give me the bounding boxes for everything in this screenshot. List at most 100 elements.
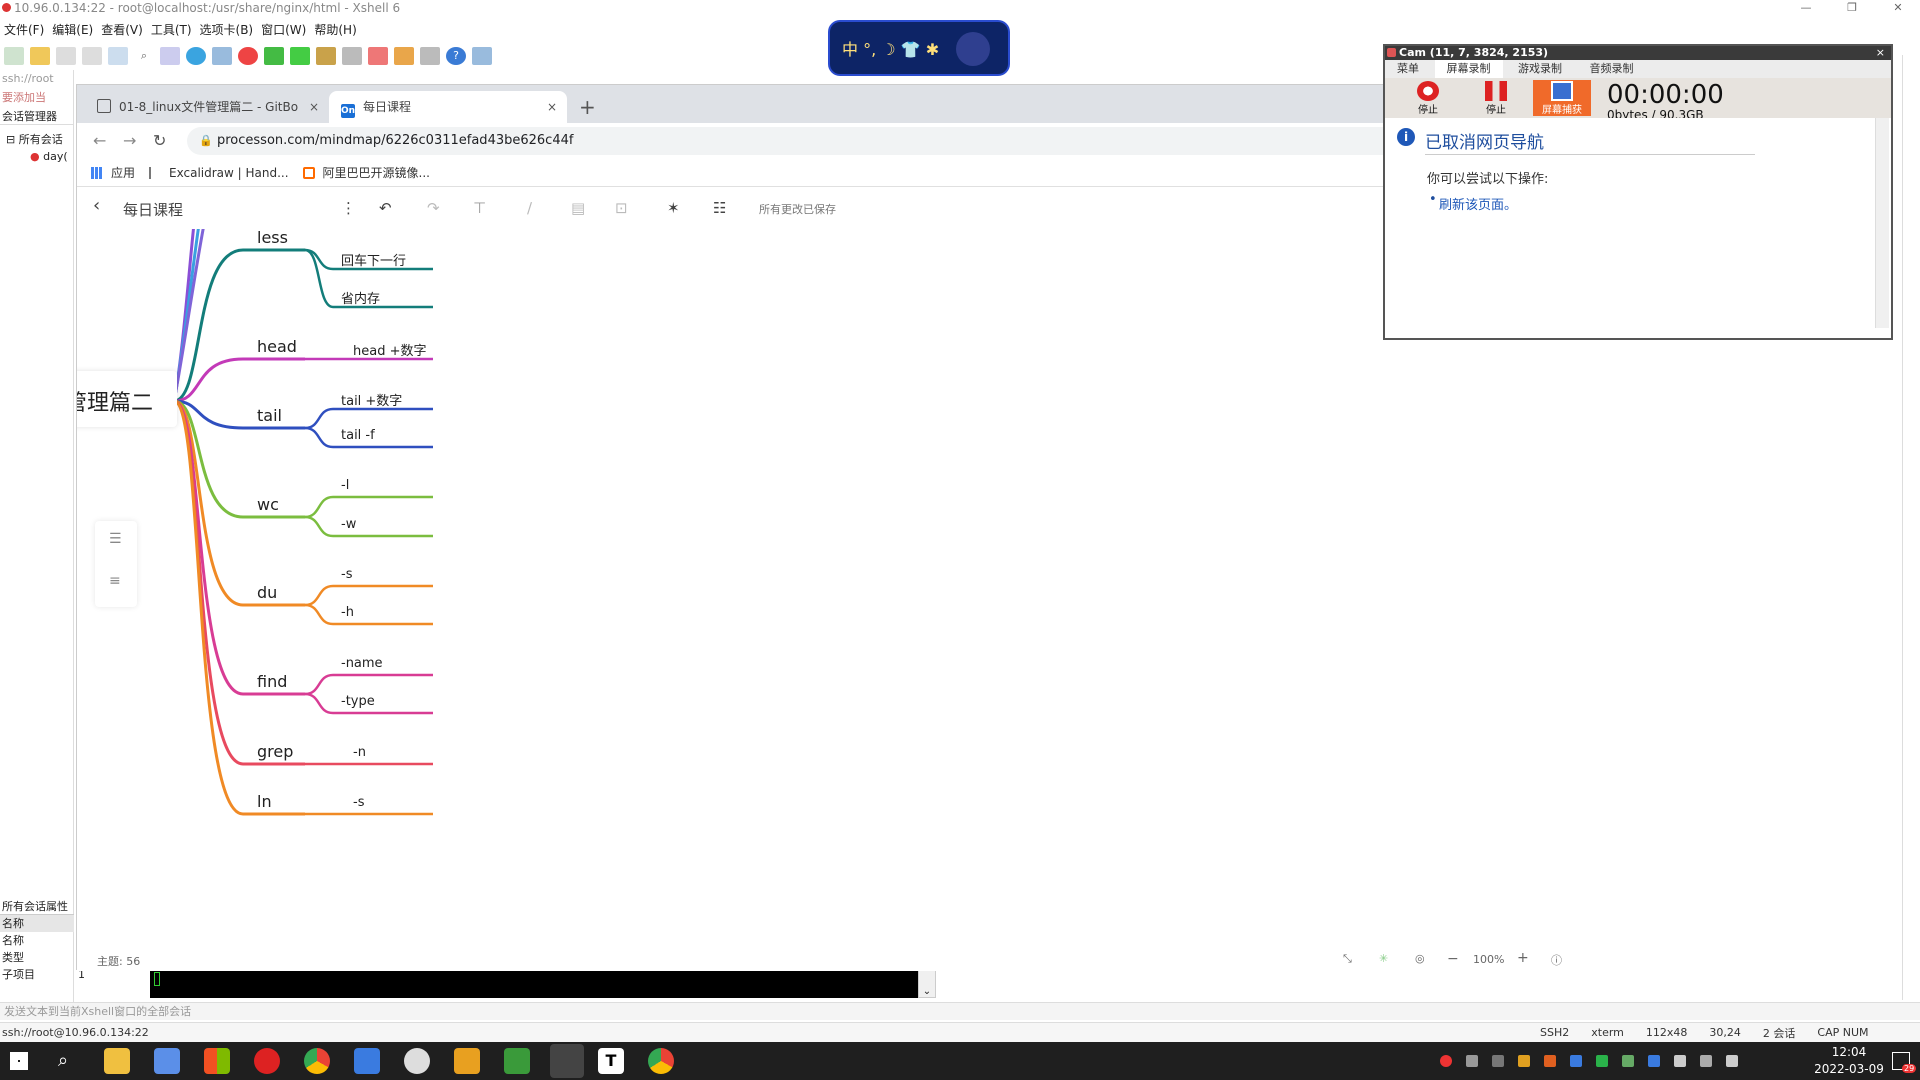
menu-tools[interactable]: 工具(T) bbox=[147, 20, 196, 40]
copy-icon[interactable] bbox=[82, 47, 102, 65]
subtopic[interactable]: tail +数字 bbox=[341, 390, 402, 409]
cam-tab-game[interactable]: 游戏录制 bbox=[1506, 60, 1574, 78]
tray-icon[interactable] bbox=[1492, 1055, 1504, 1067]
subtopic[interactable]: -s bbox=[341, 567, 352, 582]
script-icon[interactable] bbox=[368, 47, 388, 65]
locate-icon[interactable]: ◎ bbox=[1415, 952, 1425, 965]
menu-help[interactable]: 帮助(H) bbox=[310, 20, 360, 40]
compose-bar[interactable]: 发送文本到当前Xshell窗口的全部会话 bbox=[0, 1002, 1920, 1020]
subtopic[interactable]: head +数字 bbox=[353, 340, 426, 359]
cam-tab-menu[interactable]: 菜单 bbox=[1385, 60, 1431, 78]
ime-moon-widget[interactable]: 中 °, ☽ 👕 ✱ bbox=[828, 20, 1010, 76]
layout-icon[interactable] bbox=[420, 47, 440, 65]
help-icon[interactable]: ⓘ bbox=[1551, 952, 1562, 968]
brush-icon[interactable]: ∕ bbox=[527, 199, 532, 217]
pause-button[interactable]: 停止 bbox=[1471, 80, 1521, 116]
open-folder-icon[interactable] bbox=[30, 47, 50, 65]
file-explorer-icon[interactable] bbox=[104, 1048, 130, 1074]
bookmark-aliyun[interactable]: 阿里巴巴开源镜像... bbox=[302, 164, 430, 181]
subtopic[interactable]: 省内存 bbox=[341, 288, 380, 307]
battery-icon[interactable] bbox=[1674, 1055, 1686, 1067]
back-icon[interactable]: ← bbox=[93, 131, 106, 150]
subtopic[interactable]: -h bbox=[341, 605, 354, 620]
topic-du[interactable]: du bbox=[257, 583, 277, 602]
clock-date[interactable]: 2022-03-09 bbox=[1804, 1062, 1894, 1076]
topic-less[interactable]: less bbox=[257, 229, 288, 247]
topic-find[interactable]: find bbox=[257, 672, 287, 691]
topic-head[interactable]: head bbox=[257, 337, 297, 356]
mouse-mode-icon[interactable]: ✳ bbox=[1379, 952, 1388, 965]
cam-scrollbar[interactable] bbox=[1875, 118, 1889, 328]
zoom-out-icon[interactable]: − bbox=[1447, 951, 1459, 967]
subtopic[interactable]: -s bbox=[353, 795, 364, 810]
record-tray-icon[interactable] bbox=[1440, 1055, 1452, 1067]
subtopic[interactable]: -l bbox=[341, 478, 349, 493]
help-icon[interactable]: ? bbox=[446, 47, 466, 65]
add-session-link[interactable]: 要添加当 bbox=[0, 89, 73, 106]
chrome-icon[interactable] bbox=[304, 1048, 330, 1074]
cam-taskbar-icon[interactable] bbox=[550, 1044, 584, 1078]
fullscreen-icon[interactable] bbox=[290, 47, 310, 65]
fit-screen-icon[interactable]: ⤡ bbox=[1343, 952, 1352, 966]
cam-close-icon[interactable]: × bbox=[1876, 46, 1885, 60]
ai-magic-icon[interactable]: ✶ bbox=[667, 199, 680, 217]
tab-close-icon[interactable]: × bbox=[309, 91, 319, 123]
subtopic[interactable]: tail -f bbox=[341, 428, 375, 443]
tray-icon[interactable] bbox=[1570, 1055, 1582, 1067]
new-tab-button[interactable]: + bbox=[579, 91, 596, 123]
root-topic[interactable]: 管理篇二 bbox=[77, 371, 177, 427]
format-painter-icon[interactable]: ⊤ bbox=[473, 199, 486, 217]
subtopic[interactable]: 回车下一行 bbox=[341, 250, 406, 269]
font-icon[interactable] bbox=[212, 47, 232, 65]
refresh-link[interactable]: 刷新该页面。 bbox=[1439, 194, 1517, 213]
link-icon[interactable] bbox=[56, 47, 76, 65]
tab-gitbook[interactable]: 01-8_linux文件管理篇二 - GitBo × bbox=[85, 91, 329, 123]
tray-icon[interactable] bbox=[1518, 1055, 1530, 1067]
cam-tab-screen[interactable]: 屏幕录制 bbox=[1434, 60, 1503, 78]
tray-icon[interactable] bbox=[1622, 1055, 1634, 1067]
search-icon[interactable]: ⌕ bbox=[134, 47, 154, 65]
screen-capture-button[interactable]: 屏幕捕获 bbox=[1533, 80, 1591, 116]
close-icon[interactable]: ✕ bbox=[1878, 0, 1918, 16]
tree-child[interactable]: ● day( bbox=[0, 148, 73, 165]
outline-icon[interactable]: ☰ bbox=[109, 531, 122, 547]
bookmark-excalidraw[interactable]: Excalidraw | Hand... bbox=[149, 166, 289, 180]
search-icon[interactable]: ⌕ bbox=[58, 1050, 68, 1071]
topic-tail[interactable]: tail bbox=[257, 406, 282, 425]
network-icon[interactable] bbox=[1700, 1055, 1712, 1067]
tab-daily-course[interactable]: On 每日课程 × bbox=[329, 91, 567, 123]
transfer-icon[interactable] bbox=[264, 47, 284, 65]
more-vert-icon[interactable]: ⋮ bbox=[341, 199, 356, 217]
tray-icon[interactable] bbox=[1544, 1055, 1556, 1067]
chrome-icon-2[interactable] bbox=[648, 1048, 674, 1074]
typora-icon[interactable]: T bbox=[598, 1048, 624, 1074]
tab-close-icon[interactable]: × bbox=[547, 91, 557, 123]
undo-icon[interactable]: ↶ bbox=[379, 199, 392, 217]
volume-icon[interactable] bbox=[1726, 1055, 1738, 1067]
stop-button[interactable]: 停止 bbox=[1403, 80, 1453, 116]
topic-wc[interactable]: wc bbox=[257, 495, 279, 514]
terminal-scrollbar[interactable] bbox=[1902, 55, 1920, 1000]
tray-icon[interactable] bbox=[1466, 1055, 1478, 1067]
excel-icon[interactable] bbox=[504, 1048, 530, 1074]
forward-icon[interactable]: → bbox=[123, 131, 136, 150]
clock-time[interactable]: 12:04 bbox=[1814, 1045, 1884, 1059]
layout-settings-icon[interactable]: ☷ bbox=[713, 199, 726, 217]
start-icon[interactable] bbox=[10, 1052, 28, 1070]
bluetooth-icon[interactable] bbox=[1648, 1055, 1660, 1067]
scroll-down-icon[interactable]: ⌄ bbox=[918, 968, 936, 998]
baidu-netdisk-icon[interactable] bbox=[154, 1048, 180, 1074]
menu-view[interactable]: 查看(V) bbox=[97, 20, 147, 40]
terminal-area[interactable] bbox=[150, 968, 925, 998]
compose-icon[interactable] bbox=[394, 47, 414, 65]
maximize-icon[interactable]: ❐ bbox=[1832, 0, 1872, 16]
tree-root[interactable]: ⊟ 所有会话 bbox=[0, 131, 73, 148]
new-session-icon[interactable] bbox=[4, 47, 24, 65]
minimize-icon[interactable]: — bbox=[1786, 0, 1826, 16]
subtopic[interactable]: -w bbox=[341, 517, 356, 532]
xftp-icon[interactable] bbox=[238, 47, 258, 65]
summary-icon[interactable]: ⊡ bbox=[615, 199, 628, 217]
subtopic[interactable]: -type bbox=[341, 694, 375, 709]
globe-icon[interactable] bbox=[186, 47, 206, 65]
topic-ln[interactable]: ln bbox=[257, 792, 272, 811]
